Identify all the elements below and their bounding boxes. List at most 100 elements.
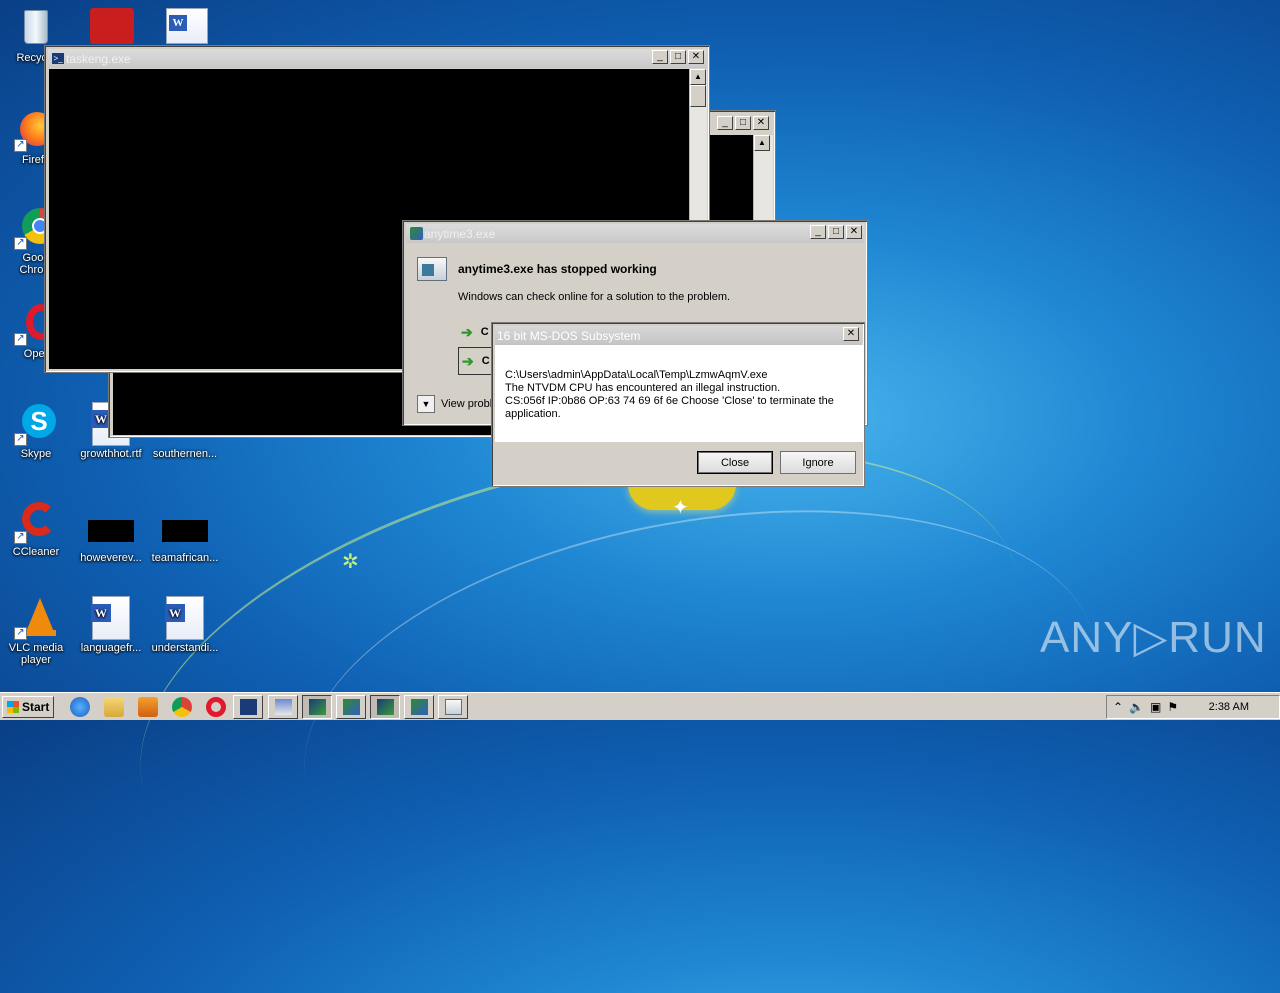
word-document-icon: W <box>89 596 133 640</box>
app-icon <box>411 699 428 715</box>
acrobat-reader-icon[interactable] <box>90 8 134 44</box>
expand-details-button[interactable]: ▼ <box>417 395 435 413</box>
message-line-registers: CS:056f IP:0b86 OP:63 74 69 6f 6e Choose… <box>505 395 834 407</box>
show-hidden-icons-icon[interactable]: ⌃ <box>1113 700 1123 714</box>
desktop-icon-skype[interactable]: S ↗ Skype <box>0 402 72 460</box>
desktop-icon-howeverev[interactable]: howeverev... <box>75 508 147 564</box>
window-titlebar[interactable]: 16 bit MS-DOS Subsystem <box>495 326 861 345</box>
desktop-icon-label: southernen... <box>152 448 218 460</box>
ccleaner-icon: ↗ <box>14 500 58 544</box>
program-error-icon <box>417 257 447 281</box>
window-controls: _ □ ✕ <box>810 225 862 239</box>
desktop-icon-label: understandi... <box>151 642 219 654</box>
close-button[interactable]: ✕ <box>846 225 862 239</box>
green-arrow-icon: ➔ <box>462 352 474 369</box>
taskbar: Start ⌃ 🔈 ▣ ⚑ 2:38 AM <box>0 692 1280 720</box>
taskbar-button-window[interactable] <box>302 695 332 719</box>
desktop-icon-label: teamafrican... <box>151 552 219 564</box>
anyrun-watermark: ANY▷RUN <box>1040 613 1267 662</box>
console-app-icon <box>240 699 257 715</box>
file-icon <box>88 520 134 542</box>
taskbar-button-window[interactable] <box>336 695 366 719</box>
close-button[interactable]: ✕ <box>688 50 704 64</box>
desktop-icon-understandi[interactable]: W understandi... <box>149 596 221 654</box>
shortcut-arrow-icon: ↗ <box>14 237 27 250</box>
wallpaper-sparkle-icon: ✦ <box>672 497 689 519</box>
ignore-button[interactable]: Ignore <box>780 451 856 474</box>
app-icon <box>309 699 326 715</box>
volume-icon[interactable]: 🔈 <box>1129 700 1144 714</box>
minimize-button[interactable]: _ <box>652 50 668 64</box>
close-button[interactable]: ✕ <box>843 327 859 341</box>
view-problem-details-link[interactable]: View probl <box>441 398 492 410</box>
maximize-button[interactable]: □ <box>735 116 751 130</box>
minimize-button[interactable]: _ <box>717 116 733 130</box>
ntvdm-dialog[interactable]: 16 bit MS-DOS Subsystem ✕ C:\Users\admin… <box>491 322 865 487</box>
green-arrow-icon: ➔ <box>461 323 473 340</box>
desktop-icon-label: VLC media player <box>8 642 64 666</box>
windows-logo-icon <box>7 701 19 713</box>
window-titlebar[interactable]: >_ taskeng.exe <box>48 49 706 68</box>
window-controls: ✕ <box>843 327 859 341</box>
opera-icon[interactable] <box>206 697 226 717</box>
app-icon <box>377 699 394 715</box>
media-player-icon[interactable] <box>138 697 158 717</box>
internet-explorer-icon[interactable] <box>70 697 90 717</box>
shortcut-arrow-icon: ↗ <box>14 531 27 544</box>
crash-subtext: Windows can check online for a solution … <box>458 291 731 303</box>
desktop-icon-label: howeverev... <box>80 552 142 564</box>
shortcut-arrow-icon: ↗ <box>14 627 27 640</box>
taskbar-button-window[interactable] <box>404 695 434 719</box>
word-document-icon[interactable]: W <box>166 8 208 44</box>
minimize-button[interactable]: _ <box>810 225 826 239</box>
desktop-icon-ccleaner[interactable]: ↗ CCleaner <box>0 500 72 558</box>
program-error-icon <box>445 699 462 715</box>
scroll-thumb[interactable] <box>690 85 706 107</box>
desktop-icon-teamafrican[interactable]: teamafrican... <box>149 508 221 564</box>
scroll-up-button[interactable]: ▲ <box>690 69 706 85</box>
start-button[interactable]: Start <box>2 696 54 718</box>
window-title: 16 bit MS-DOS Subsystem <box>497 328 641 343</box>
chrome-icon[interactable] <box>172 697 192 717</box>
close-button[interactable]: Close <box>697 451 773 474</box>
desktop-icon-label: growthhot.rtf <box>80 448 142 460</box>
file-explorer-icon[interactable] <box>104 697 124 717</box>
desktop-icon-label: languagefr... <box>80 642 142 654</box>
window-icon <box>275 699 292 715</box>
taskbar-button-window[interactable] <box>370 695 400 719</box>
message-line-error: The NTVDM CPU has encountered an illegal… <box>505 382 781 394</box>
desktop-icon-vlc[interactable]: ↗ VLC media player <box>0 596 72 666</box>
network-icon[interactable]: ▣ <box>1150 700 1161 714</box>
action-center-flag-icon[interactable]: ⚑ <box>1167 700 1178 714</box>
window-controls: _ □ ✕ <box>652 50 704 64</box>
shortcut-arrow-icon: ↗ <box>14 139 27 152</box>
wallpaper-sparkle-icon: ✲ <box>342 551 359 573</box>
skype-icon: S ↗ <box>14 402 58 446</box>
desktop-icon-languagefr[interactable]: W languagefr... <box>75 596 147 654</box>
scroll-up-button[interactable]: ▲ <box>754 135 770 151</box>
message-line-end: application. <box>505 408 561 420</box>
crash-heading: anytime3.exe has stopped working <box>458 262 657 276</box>
message-line-path: C:\Users\admin\AppData\Local\Temp\LzmwAq… <box>505 369 768 381</box>
window-titlebar[interactable]: anytime3.exe <box>406 224 864 243</box>
taskbar-button-window[interactable] <box>268 695 298 719</box>
word-document-icon: W <box>163 596 207 640</box>
vlc-icon: ↗ <box>14 596 58 640</box>
app-icon <box>343 699 360 715</box>
taskbar-button-taskeng[interactable] <box>233 695 263 719</box>
maximize-button[interactable]: □ <box>670 50 686 64</box>
shortcut-arrow-icon: ↗ <box>14 333 27 346</box>
file-icon <box>162 520 208 542</box>
window-title: taskeng.exe <box>66 51 131 66</box>
console-app-icon: >_ <box>52 53 64 64</box>
system-tray: ⌃ 🔈 ▣ ⚑ 2:38 AM <box>1106 695 1280 719</box>
clock[interactable]: 2:38 AM <box>1209 701 1249 713</box>
app-icon <box>410 227 423 240</box>
maximize-button[interactable]: □ <box>828 225 844 239</box>
close-button[interactable]: ✕ <box>753 116 769 130</box>
message-area: C:\Users\admin\AppData\Local\Temp\LzmwAq… <box>495 345 863 442</box>
taskbar-button-window[interactable] <box>438 695 468 719</box>
shortcut-arrow-icon: ↗ <box>14 433 27 446</box>
window-controls: _ □ ✕ <box>717 116 769 130</box>
recycle-bin-icon <box>14 6 58 50</box>
